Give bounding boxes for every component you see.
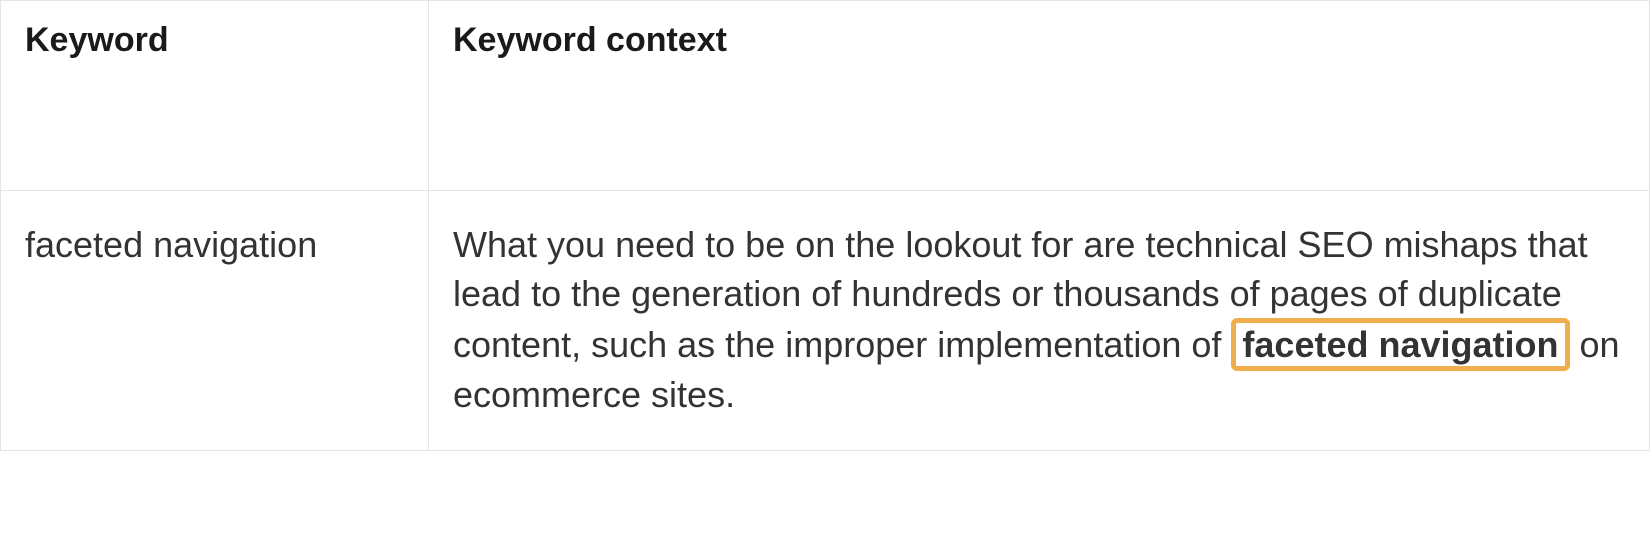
cell-keyword: faceted navigation [1, 191, 429, 451]
table-header-row: Keyword Keyword context [1, 1, 1650, 191]
context-highlight: faceted navigation [1231, 318, 1569, 371]
table-row: faceted navigation What you need to be o… [1, 191, 1650, 451]
header-keyword: Keyword [1, 1, 429, 191]
header-context: Keyword context [429, 1, 1650, 191]
cell-context: What you need to be on the lookout for a… [429, 191, 1650, 451]
keyword-table: Keyword Keyword context faceted navigati… [0, 0, 1650, 451]
